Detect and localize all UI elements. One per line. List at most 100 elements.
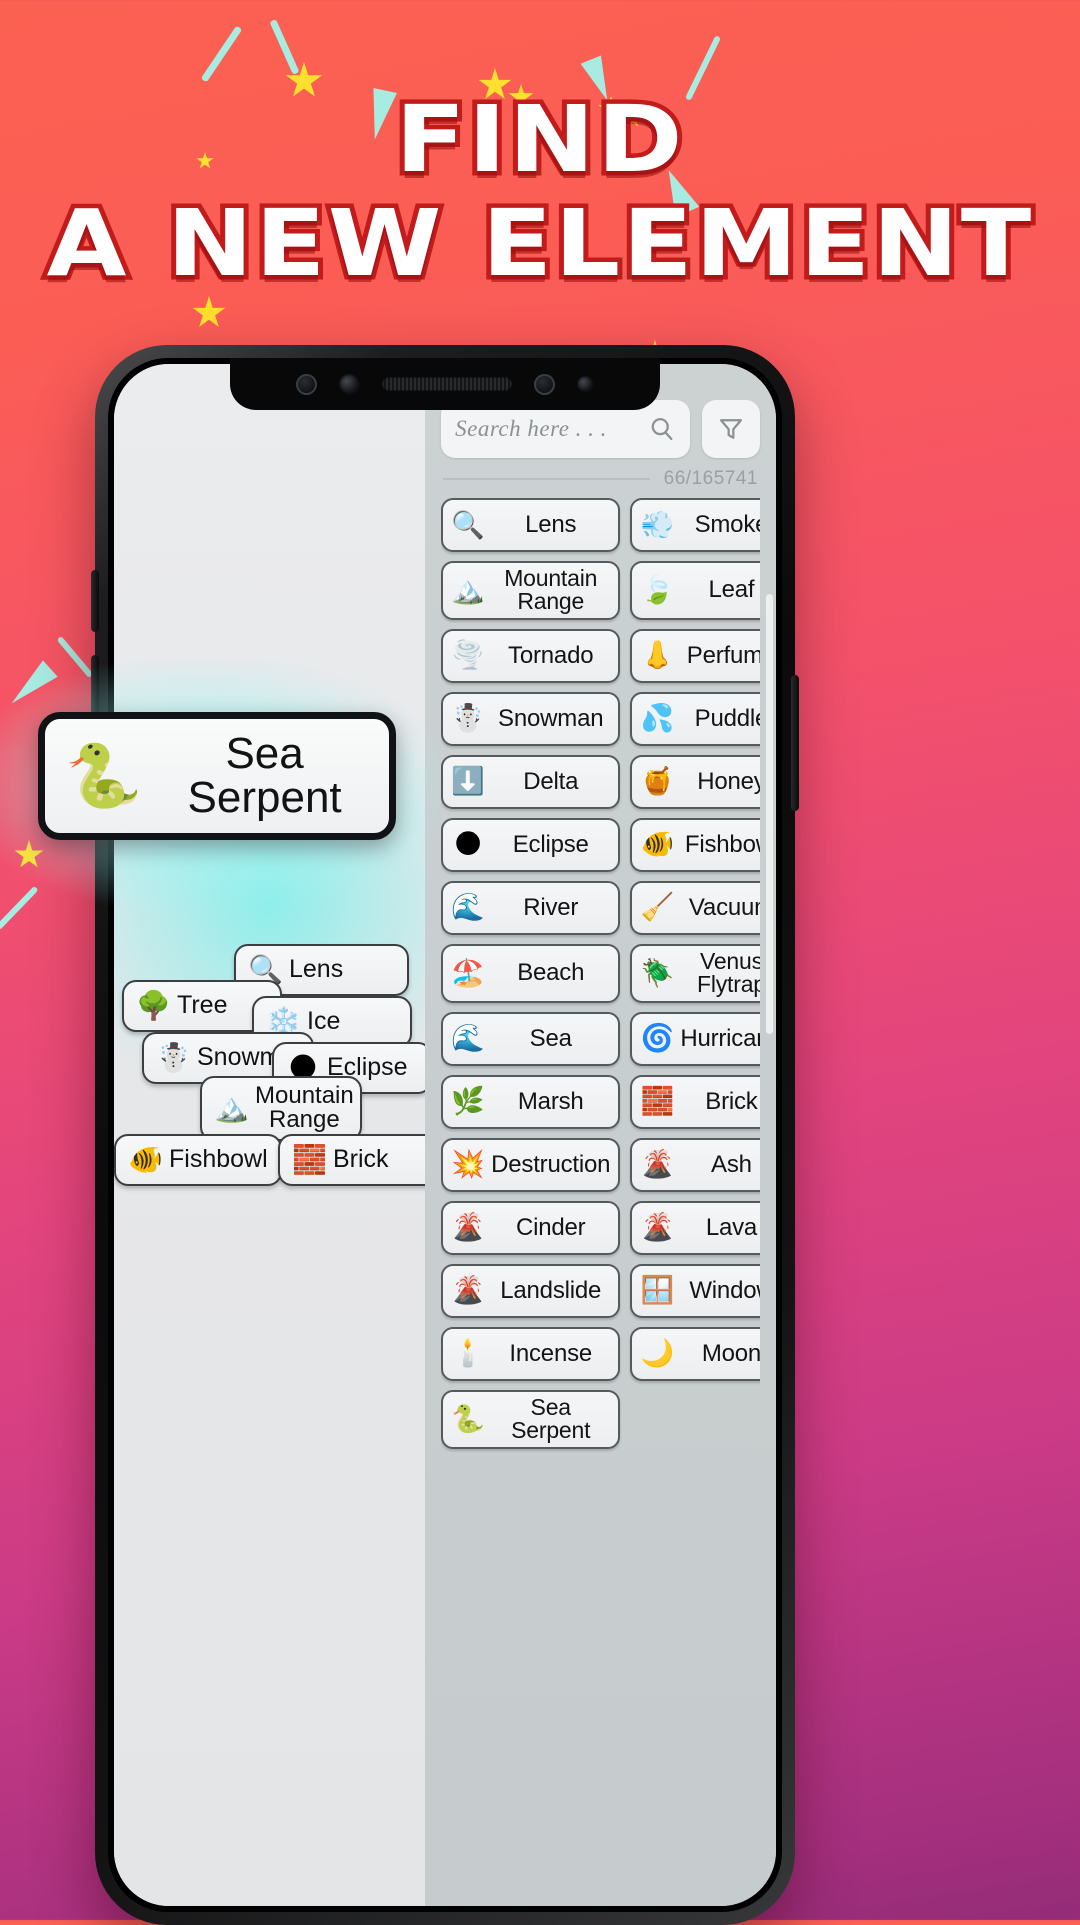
river-icon: 🌊 — [451, 892, 485, 924]
element-chip[interactable]: 🌀Hurricane — [630, 1011, 760, 1066]
element-chip[interactable]: 👃 Perfume — [630, 628, 760, 683]
mountain-range-icon: 🏔️ — [214, 1091, 249, 1125]
element-chip-label: Honey — [697, 767, 760, 795]
headline-line-1: FIND — [390, 86, 687, 193]
element-chip[interactable]: 🪟 Window — [630, 1263, 760, 1318]
element-chip[interactable]: 🧱 Brick — [630, 1074, 760, 1129]
element-chip[interactable]: 🏔️ Mountain Range — [441, 561, 621, 620]
window-icon: 🪟 — [640, 1275, 675, 1307]
confetti-star — [285, 62, 323, 97]
element-chip[interactable]: 🌙 Moon — [630, 1326, 760, 1381]
confetti-shard — [684, 35, 722, 101]
cinder-icon: 🌋 — [451, 1212, 485, 1244]
element-chip[interactable]: 🌋 Ash — [630, 1137, 760, 1192]
element-chip[interactable]: 💦 Puddle — [630, 691, 760, 746]
element-chip-label: Brick — [705, 1087, 758, 1115]
confetti-shard — [200, 25, 243, 83]
element-chip[interactable]: 🌑 Eclipse — [441, 817, 621, 872]
element-chip[interactable]: 🌋 Landslide — [441, 1263, 621, 1318]
element-chip-label: Vacuum — [688, 893, 760, 921]
snowman-icon: ☃️ — [156, 1041, 191, 1074]
element-chip[interactable]: 🐍 Sea Serpent — [441, 1389, 621, 1449]
lava-icon: 🌋 — [640, 1212, 675, 1244]
element-chip-label: Hurricane — [680, 1024, 760, 1052]
element-chip[interactable]: 🍃 Leaf — [630, 561, 760, 620]
element-chip-label: Puddle — [694, 704, 760, 732]
element-chip-label: Beach — [517, 959, 585, 987]
counter-divider — [443, 478, 650, 480]
element-grid: 🔍 Lens 💨 Smoke 🏔️ Mountain Range 🍃 Leaf 🌪️ Tornad… — [441, 498, 760, 1886]
phone-mockup: 🔍 Lens 🌳 Tree ❄️ Ice ☃️ Snowman 🌑 Eclipse 🏔️ Mounta… — [91, 345, 799, 1925]
confetti-shard — [0, 885, 39, 931]
element-chip[interactable]: ☃️ Snowman — [441, 691, 621, 746]
confetti-star — [192, 296, 226, 327]
element-chip[interactable]: 🌋 Lava — [630, 1200, 760, 1255]
element-chip[interactable]: 🔍 Lens — [441, 498, 621, 552]
sea-icon: 🌊 — [451, 1023, 485, 1055]
destruction-icon: 💥 — [451, 1149, 485, 1181]
perfume-icon: 👃 — [640, 640, 675, 672]
element-chip[interactable]: 🍯 Honey — [630, 754, 760, 809]
beach-icon: 🏖️ — [451, 957, 485, 989]
leaf-icon: 🍃 — [640, 574, 675, 606]
sea-serpent-icon: 🐍 — [451, 1403, 485, 1435]
phone-bezel: 🔍 Lens 🌳 Tree ❄️ Ice ☃️ Snowman 🌑 Eclipse 🏔️ Mounta… — [108, 358, 782, 1912]
confetti-shard — [56, 635, 94, 679]
workspace-chip[interactable]: 🏔️ Mountain Range — [200, 1076, 362, 1141]
workspace-chip[interactable]: 🧱 Brick — [278, 1134, 426, 1186]
element-chip-label: Cinder — [515, 1213, 586, 1241]
element-chip-label: River — [523, 893, 579, 921]
mountain-range-icon: 🏔️ — [451, 574, 485, 606]
featured-element-card[interactable]: 🐍 Sea Serpent — [38, 712, 396, 840]
panel-scrollbar[interactable] — [765, 594, 773, 1034]
brick-icon: 🧱 — [292, 1143, 327, 1176]
element-chip[interactable]: 🪲 Venus Flytrap — [630, 943, 760, 1003]
element-chip-label: Ash — [711, 1150, 752, 1178]
element-chip-label: Moon — [701, 1339, 760, 1367]
element-chip[interactable]: 🌋 Cinder — [441, 1200, 621, 1255]
element-chip[interactable]: 💥 Destruction — [441, 1137, 621, 1192]
element-chip[interactable]: 🌿 Marsh — [441, 1074, 621, 1129]
search-placeholder-text: Search here . . . — [455, 416, 607, 441]
workspace-chip-label: Fishbowl — [169, 1145, 268, 1174]
counter-row: 66/165741 — [441, 458, 760, 498]
element-chip-label: Smoke — [694, 510, 760, 538]
element-chip[interactable]: ⬇️ Delta — [441, 754, 621, 809]
brick-icon: 🧱 — [640, 1086, 675, 1118]
marsh-icon: 🌿 — [451, 1086, 485, 1118]
filter-button[interactable] — [701, 400, 760, 458]
workspace-chip-label: Brick — [333, 1145, 389, 1174]
phone-button-silent[interactable] — [91, 570, 99, 632]
element-panel: Search here . . . 66/165741 🔍 Lens 💨 Smo… — [425, 364, 776, 1906]
workspace-chip-label: Lens — [289, 955, 344, 984]
tree-icon: 🌳 — [136, 989, 171, 1022]
element-chip[interactable]: 💨 Smoke — [630, 498, 760, 552]
element-chip[interactable]: 🌪️ Tornado — [441, 628, 621, 683]
page-title: FIND A NEW ELEMENT — [0, 86, 1080, 295]
workspace-chip-label: Tree — [177, 991, 228, 1020]
element-chip-label: Mountain Range — [504, 565, 598, 615]
hurricane-icon: 🌀 — [640, 1023, 675, 1055]
puddle-icon: 💦 — [640, 703, 675, 735]
venus-flytrap-icon: 🪲 — [640, 957, 675, 989]
element-chip[interactable]: 🏖️ Beach — [441, 943, 621, 1003]
element-chip-label: Leaf — [708, 576, 755, 604]
element-chip[interactable]: 🧹 Vacuum — [630, 880, 760, 935]
element-chip[interactable]: 🌊 River — [441, 880, 621, 935]
element-chip[interactable]: 🐠 Fishbowl — [630, 817, 760, 872]
sea-serpent-icon: 🐍 — [65, 739, 143, 812]
element-chip-label: Tornado — [508, 641, 594, 669]
workspace-chip[interactable]: 🐠 Fishbowl — [114, 1134, 282, 1186]
element-chip-label: Sea Serpent — [511, 1393, 591, 1444]
workspace-canvas[interactable]: 🔍 Lens 🌳 Tree ❄️ Ice ☃️ Snowman 🌑 Eclipse 🏔️ Mounta… — [114, 364, 426, 1906]
lens-icon: 🔍 — [451, 509, 485, 541]
phone-button-power[interactable] — [791, 675, 799, 811]
incense-icon: 🕯️ — [451, 1338, 485, 1370]
element-chip-label: Perfume — [686, 641, 760, 669]
delta-icon: ⬇️ — [451, 766, 485, 798]
element-chip-label: Window — [689, 1276, 760, 1304]
element-chip[interactable]: 🌊 Sea — [441, 1011, 621, 1066]
app-screen: 🔍 Lens 🌳 Tree ❄️ Ice ☃️ Snowman 🌑 Eclipse 🏔️ Mounta… — [114, 364, 776, 1906]
confetti-shard — [269, 19, 300, 75]
element-chip[interactable]: 🕯️ Incense — [441, 1326, 621, 1381]
